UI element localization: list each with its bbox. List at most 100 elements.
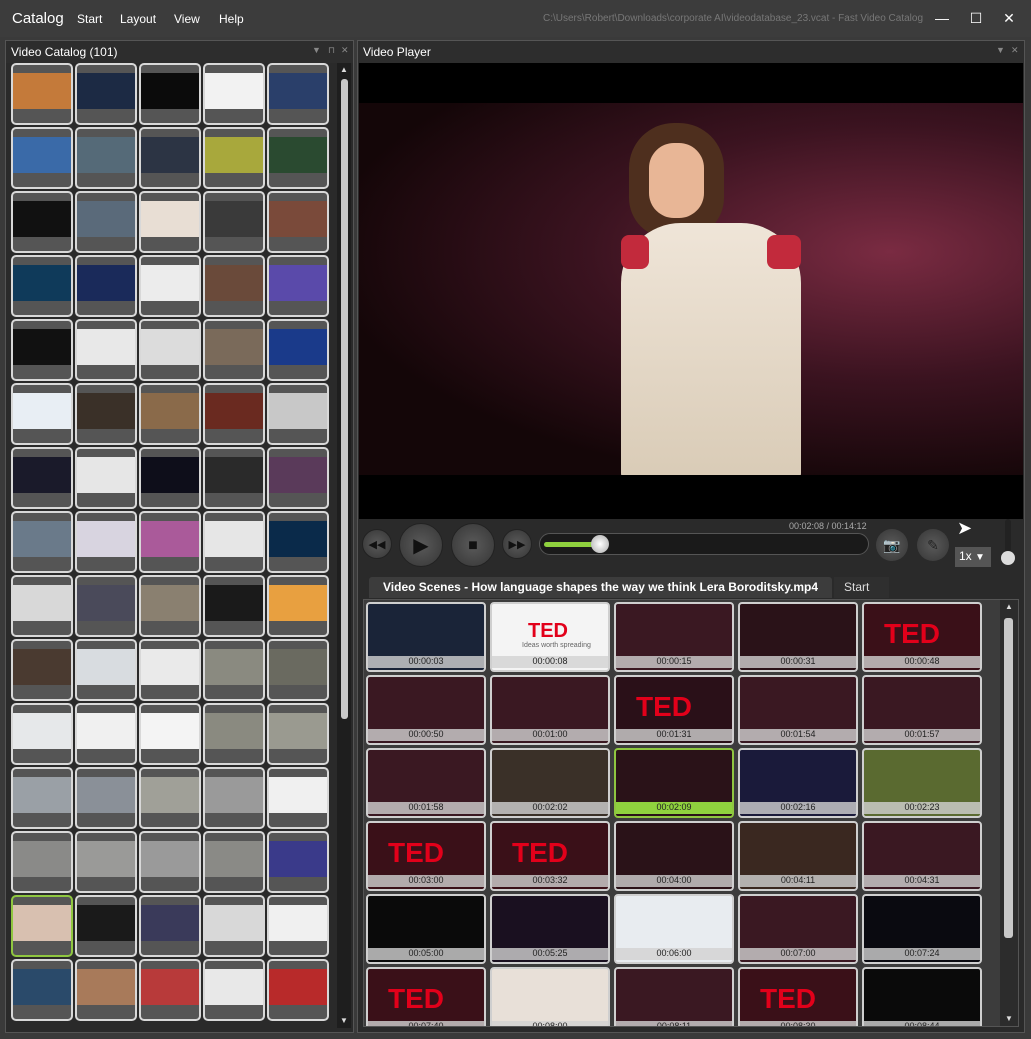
scene-thumbnail[interactable]: 00:02:02: [490, 748, 610, 818]
scene-thumbnail[interactable]: 00:01:54: [738, 675, 858, 745]
scene-thumbnail[interactable]: 00:07:00: [738, 894, 858, 964]
catalog-video-thumbnail[interactable]: [267, 63, 329, 125]
catalog-video-thumbnail[interactable]: [11, 191, 73, 253]
catalog-video-thumbnail[interactable]: [267, 383, 329, 445]
catalog-video-thumbnail[interactable]: [267, 895, 329, 957]
catalog-video-thumbnail[interactable]: [75, 703, 137, 765]
catalog-video-thumbnail[interactable]: [75, 831, 137, 893]
catalog-video-thumbnail[interactable]: [267, 831, 329, 893]
catalog-video-thumbnail[interactable]: [75, 255, 137, 317]
tab-start[interactable]: Start: [834, 577, 889, 598]
seek-bar[interactable]: [539, 533, 869, 555]
catalog-video-thumbnail[interactable]: [267, 319, 329, 381]
catalog-video-thumbnail[interactable]: [203, 831, 265, 893]
catalog-video-thumbnail[interactable]: [203, 959, 265, 1021]
scene-thumbnail[interactable]: TED 00:08:30: [738, 967, 858, 1026]
menu-start[interactable]: Start: [77, 12, 102, 26]
close-icon[interactable]: ✕: [999, 8, 1019, 28]
catalog-video-thumbnail[interactable]: [267, 447, 329, 509]
catalog-video-thumbnail[interactable]: [75, 639, 137, 701]
scene-thumbnail[interactable]: 00:02:23: [862, 748, 982, 818]
scene-thumbnail[interactable]: 00:04:00: [614, 821, 734, 891]
seek-handle[interactable]: [591, 535, 609, 553]
catalog-video-thumbnail[interactable]: [139, 703, 201, 765]
panel-menu-icon[interactable]: ▼: [996, 45, 1005, 55]
catalog-video-thumbnail[interactable]: [11, 127, 73, 189]
panel-close-icon[interactable]: ✕: [1011, 45, 1019, 56]
scene-thumbnail[interactable]: 00:01:58: [366, 748, 486, 818]
catalog-video-thumbnail[interactable]: [75, 319, 137, 381]
playback-speed-select[interactable]: 1x ▼: [955, 547, 991, 567]
catalog-video-thumbnail[interactable]: [139, 127, 201, 189]
catalog-video-thumbnail[interactable]: [139, 383, 201, 445]
catalog-video-thumbnail[interactable]: [267, 703, 329, 765]
catalog-video-thumbnail[interactable]: [11, 703, 73, 765]
catalog-video-thumbnail[interactable]: [203, 191, 265, 253]
catalog-video-thumbnail[interactable]: [139, 959, 201, 1021]
catalog-video-thumbnail[interactable]: [139, 767, 201, 829]
catalog-video-thumbnail[interactable]: [139, 575, 201, 637]
catalog-video-thumbnail[interactable]: [75, 959, 137, 1021]
scroll-down-icon[interactable]: ▼: [339, 1016, 349, 1026]
scene-thumbnail[interactable]: 00:00:03: [366, 602, 486, 672]
catalog-video-thumbnail[interactable]: [11, 639, 73, 701]
scene-thumbnail[interactable]: 00:08:44: [862, 967, 982, 1026]
scene-thumbnail[interactable]: 00:06:00: [614, 894, 734, 964]
menu-view[interactable]: View: [174, 12, 200, 26]
catalog-video-thumbnail[interactable]: [203, 895, 265, 957]
catalog-video-thumbnail[interactable]: [11, 831, 73, 893]
snapshot-button[interactable]: 📷: [876, 529, 908, 561]
minimize-icon[interactable]: —: [932, 8, 952, 28]
catalog-video-thumbnail[interactable]: [11, 895, 73, 957]
scroll-up-icon[interactable]: ▲: [339, 65, 349, 75]
catalog-video-thumbnail[interactable]: [75, 383, 137, 445]
catalog-video-thumbnail[interactable]: [75, 767, 137, 829]
catalog-video-thumbnail[interactable]: [139, 319, 201, 381]
catalog-video-thumbnail[interactable]: [11, 383, 73, 445]
scroll-up-icon[interactable]: ▲: [1004, 602, 1014, 612]
catalog-video-thumbnail[interactable]: [139, 63, 201, 125]
scene-thumbnail[interactable]: 00:04:11: [738, 821, 858, 891]
scene-thumbnail[interactable]: TED 00:01:31: [614, 675, 734, 745]
play-button[interactable]: ▶: [399, 523, 443, 567]
fast-forward-button[interactable]: ▶▶: [502, 529, 532, 559]
scenes-scrollbar-thumb[interactable]: [1004, 618, 1013, 938]
catalog-video-thumbnail[interactable]: [267, 575, 329, 637]
scene-thumbnail[interactable]: 00:08:11: [614, 967, 734, 1026]
scroll-down-icon[interactable]: ▼: [1004, 1014, 1014, 1024]
catalog-video-thumbnail[interactable]: [139, 511, 201, 573]
catalog-video-thumbnail[interactable]: [11, 511, 73, 573]
catalog-video-thumbnail[interactable]: [139, 639, 201, 701]
video-display[interactable]: [359, 63, 1023, 519]
scene-thumbnail[interactable]: TED Ideas worth spreading 00:00:08: [490, 602, 610, 672]
scene-thumbnail[interactable]: 00:07:24: [862, 894, 982, 964]
scene-thumbnail[interactable]: 00:00:31: [738, 602, 858, 672]
scene-thumbnail[interactable]: 00:04:31: [862, 821, 982, 891]
catalog-video-thumbnail[interactable]: [203, 447, 265, 509]
scenes-scrollbar[interactable]: ▲ ▼: [1000, 600, 1018, 1026]
catalog-video-thumbnail[interactable]: [267, 959, 329, 1021]
catalog-video-thumbnail[interactable]: [139, 191, 201, 253]
catalog-video-thumbnail[interactable]: [11, 575, 73, 637]
catalog-video-thumbnail[interactable]: [203, 511, 265, 573]
stop-button[interactable]: ■: [451, 523, 495, 567]
catalog-video-thumbnail[interactable]: [75, 447, 137, 509]
scene-thumbnail[interactable]: 00:00:50: [366, 675, 486, 745]
scene-thumbnail[interactable]: 00:01:57: [862, 675, 982, 745]
catalog-video-thumbnail[interactable]: [267, 255, 329, 317]
catalog-video-thumbnail[interactable]: [11, 447, 73, 509]
export-button[interactable]: ✎: [917, 529, 949, 561]
menu-help[interactable]: Help: [219, 12, 244, 26]
catalog-video-thumbnail[interactable]: [203, 639, 265, 701]
tab-video-scenes[interactable]: Video Scenes - How language shapes the w…: [369, 577, 833, 598]
catalog-video-thumbnail[interactable]: [139, 831, 201, 893]
catalog-scrollbar[interactable]: ▲ ▼: [337, 63, 351, 1028]
scene-thumbnail[interactable]: 00:08:00: [490, 967, 610, 1026]
rewind-button[interactable]: ◀◀: [362, 529, 392, 559]
catalog-video-thumbnail[interactable]: [203, 127, 265, 189]
catalog-video-thumbnail[interactable]: [75, 575, 137, 637]
catalog-video-thumbnail[interactable]: [267, 639, 329, 701]
maximize-icon[interactable]: ☐: [966, 8, 986, 28]
panel-close-icon[interactable]: ✕: [341, 45, 349, 56]
catalog-video-thumbnail[interactable]: [139, 255, 201, 317]
